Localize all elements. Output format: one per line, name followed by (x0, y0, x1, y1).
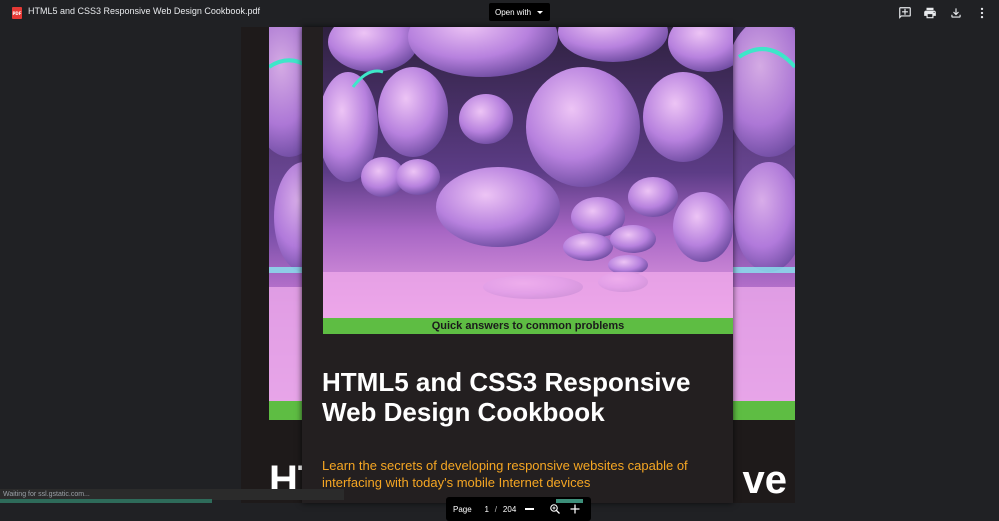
file-title: HTML5 and CSS3 Responsive Web Design Coo… (28, 6, 260, 16)
print-icon[interactable] (922, 5, 938, 21)
pdf-file-icon: PDF (12, 7, 22, 19)
zoom-in-icon[interactable] (569, 503, 581, 515)
page-total: 204 (502, 504, 517, 514)
add-comment-icon[interactable] (897, 5, 913, 21)
pdf-page: Quick answers to common problems HTML5 a… (302, 27, 733, 503)
pdf-toolbar: PDF HTML5 and CSS3 Responsive Web Design… (0, 0, 999, 27)
pdf-viewer[interactable]: HT ve Quick answers to common problems H… (0, 27, 999, 521)
caret-down-icon (537, 10, 544, 14)
back-title-right: ve (742, 458, 788, 502)
download-icon[interactable] (948, 5, 964, 21)
taskbar-strip-active (556, 499, 583, 503)
open-with-button[interactable]: Open with (489, 3, 551, 21)
zoom-out-icon[interactable] (525, 508, 535, 510)
page-label: Page (453, 504, 472, 514)
more-vert-icon[interactable] (974, 5, 990, 21)
page-number-input[interactable]: 1 (482, 505, 492, 514)
book-subtitle: Learn the secrets of developing responsi… (322, 458, 688, 490)
taskbar-strip (0, 499, 212, 503)
cover-image (323, 27, 733, 318)
book-title: HTML5 and CSS3 Responsive Web Design Coo… (322, 367, 691, 427)
open-with-label: Open with (495, 7, 532, 17)
page-separator: / (494, 504, 497, 514)
zoom-search-icon[interactable] (549, 503, 561, 515)
cover-banner: Quick answers to common problems (323, 318, 733, 334)
